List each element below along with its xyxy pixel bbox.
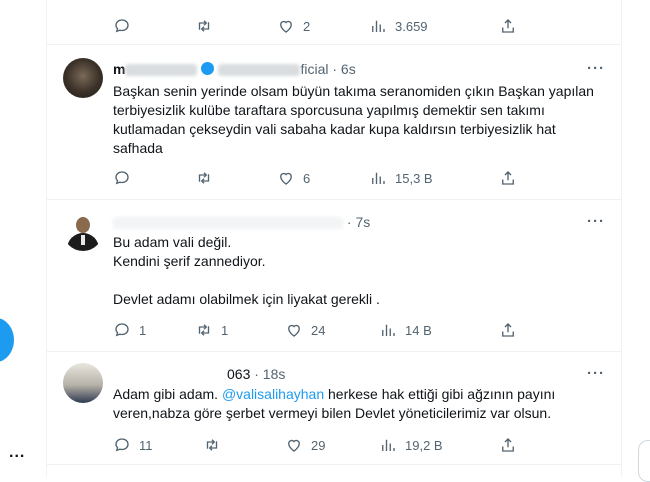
views-count: 19,2 B xyxy=(405,437,443,453)
compose-fab-button[interactable] xyxy=(0,318,14,362)
tweet-header: m ficial · 6s xyxy=(113,60,356,78)
timestamp[interactable]: · 7s xyxy=(347,214,370,230)
right-sidebar-card-edge xyxy=(638,440,650,482)
views-button[interactable]: 3.659 xyxy=(369,16,428,36)
reply-button[interactable] xyxy=(113,168,131,188)
handle[interactable]: ficial xyxy=(218,61,328,77)
tweet-actions: 11 29 19,2 B xyxy=(107,435,527,455)
tweet-text-part: Adam gibi adam. xyxy=(113,386,222,402)
share-icon xyxy=(502,19,514,33)
tweet-header: · 7s xyxy=(113,213,370,231)
avatar[interactable] xyxy=(63,363,103,403)
more-menu-button[interactable]: ... xyxy=(9,444,25,462)
retweet-button[interactable] xyxy=(203,435,221,455)
reply-icon xyxy=(115,323,129,337)
like-button[interactable]: 2 xyxy=(277,16,310,36)
share-button[interactable] xyxy=(499,435,517,455)
tweet[interactable]: 2 3.659 xyxy=(47,0,621,45)
retweet-button[interactable] xyxy=(195,16,213,36)
avatar[interactable] xyxy=(63,58,103,98)
like-icon xyxy=(280,172,292,185)
views-count: 3.659 xyxy=(395,18,428,34)
views-count: 14 B xyxy=(405,322,432,338)
retweet-button[interactable]: 1 xyxy=(195,320,228,340)
left-rail: ... xyxy=(0,0,46,477)
like-count: 24 xyxy=(311,322,326,338)
timestamp[interactable]: · 18s xyxy=(254,366,285,382)
views-button[interactable]: 14 B xyxy=(379,320,432,340)
tweet[interactable]: 063 · 18s ··· Adam gibi adam. @valisalih… xyxy=(47,351,621,465)
display-name[interactable] xyxy=(113,217,343,230)
like-icon xyxy=(288,324,300,337)
like-button[interactable]: 6 xyxy=(277,168,310,188)
reply-icon xyxy=(115,171,129,185)
display-name[interactable]: m xyxy=(113,61,198,77)
share-button[interactable] xyxy=(499,168,517,188)
retweet-button[interactable] xyxy=(195,168,213,188)
like-button[interactable]: 24 xyxy=(285,320,325,340)
tweet-header: 063 · 18s xyxy=(227,365,285,383)
like-count: 6 xyxy=(303,170,311,186)
reply-icon xyxy=(115,438,129,452)
share-icon xyxy=(502,323,514,337)
tweet-actions: 2 3.659 xyxy=(107,16,527,36)
retweet-icon xyxy=(198,20,210,32)
reply-button[interactable] xyxy=(113,16,131,36)
views-button[interactable]: 15,3 B xyxy=(369,168,433,188)
views-count: 15,3 B xyxy=(395,170,433,186)
reply-icon xyxy=(115,19,129,33)
share-button[interactable] xyxy=(499,320,517,340)
tweet-actions: 1 1 24 14 B xyxy=(107,320,527,340)
reply-button[interactable]: 1 xyxy=(113,320,146,340)
retweet-icon xyxy=(206,439,218,451)
retweet-icon xyxy=(198,172,210,184)
reply-count: 11 xyxy=(139,437,153,453)
share-icon xyxy=(502,171,514,185)
more-icon[interactable]: ··· xyxy=(587,213,605,230)
like-icon xyxy=(288,439,300,452)
mention-link[interactable]: @valisalihayhan xyxy=(222,386,324,402)
views-button[interactable]: 19,2 B xyxy=(379,435,443,455)
avatar[interactable] xyxy=(63,211,103,251)
retweet-count: 1 xyxy=(221,322,229,338)
tweet-text: Başkan senin yerinde olsam büyün takıma … xyxy=(113,83,598,156)
retweet-icon xyxy=(198,324,210,336)
like-button[interactable]: 29 xyxy=(285,435,325,455)
share-button[interactable] xyxy=(499,16,517,36)
tweet-actions: 6 15,3 B xyxy=(107,168,527,188)
handle[interactable]: 063 xyxy=(227,366,250,382)
views-icon xyxy=(372,20,385,32)
share-icon xyxy=(502,438,514,452)
timeline: 2 3.659 m ficial · 6s ··· Başkan senin ye… xyxy=(46,0,622,477)
like-count: 2 xyxy=(303,18,311,34)
reply-button[interactable]: 11 xyxy=(113,435,153,455)
tweet-text: Bu adam vali değil. Kendini şerif zanned… xyxy=(113,234,380,307)
more-icon[interactable]: ··· xyxy=(587,365,605,382)
like-count: 29 xyxy=(311,437,326,453)
views-icon xyxy=(382,324,395,336)
reply-count: 1 xyxy=(139,322,147,338)
more-icon[interactable]: ··· xyxy=(587,60,605,77)
views-icon xyxy=(372,172,385,184)
tweet[interactable]: m ficial · 6s ··· Başkan senin yerinde ol… xyxy=(47,44,621,200)
views-icon xyxy=(382,439,395,451)
like-icon xyxy=(280,20,292,33)
tweet-text: Adam gibi adam. @valisalihayhan herkese … xyxy=(113,385,605,423)
timestamp[interactable]: · 6s xyxy=(332,61,355,77)
tweet[interactable]: · 7s ··· Bu adam vali değil. Kendini şer… xyxy=(47,199,621,352)
verified-icon xyxy=(201,62,215,75)
